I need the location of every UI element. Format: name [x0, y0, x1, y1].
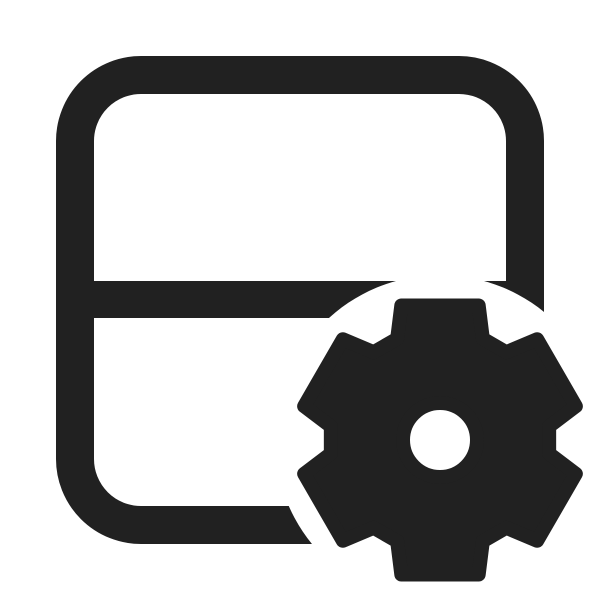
gear-icon	[297, 298, 583, 582]
table-settings-icon	[56, 56, 583, 582]
gear-shape	[297, 298, 583, 582]
icon-canvas	[0, 0, 600, 600]
